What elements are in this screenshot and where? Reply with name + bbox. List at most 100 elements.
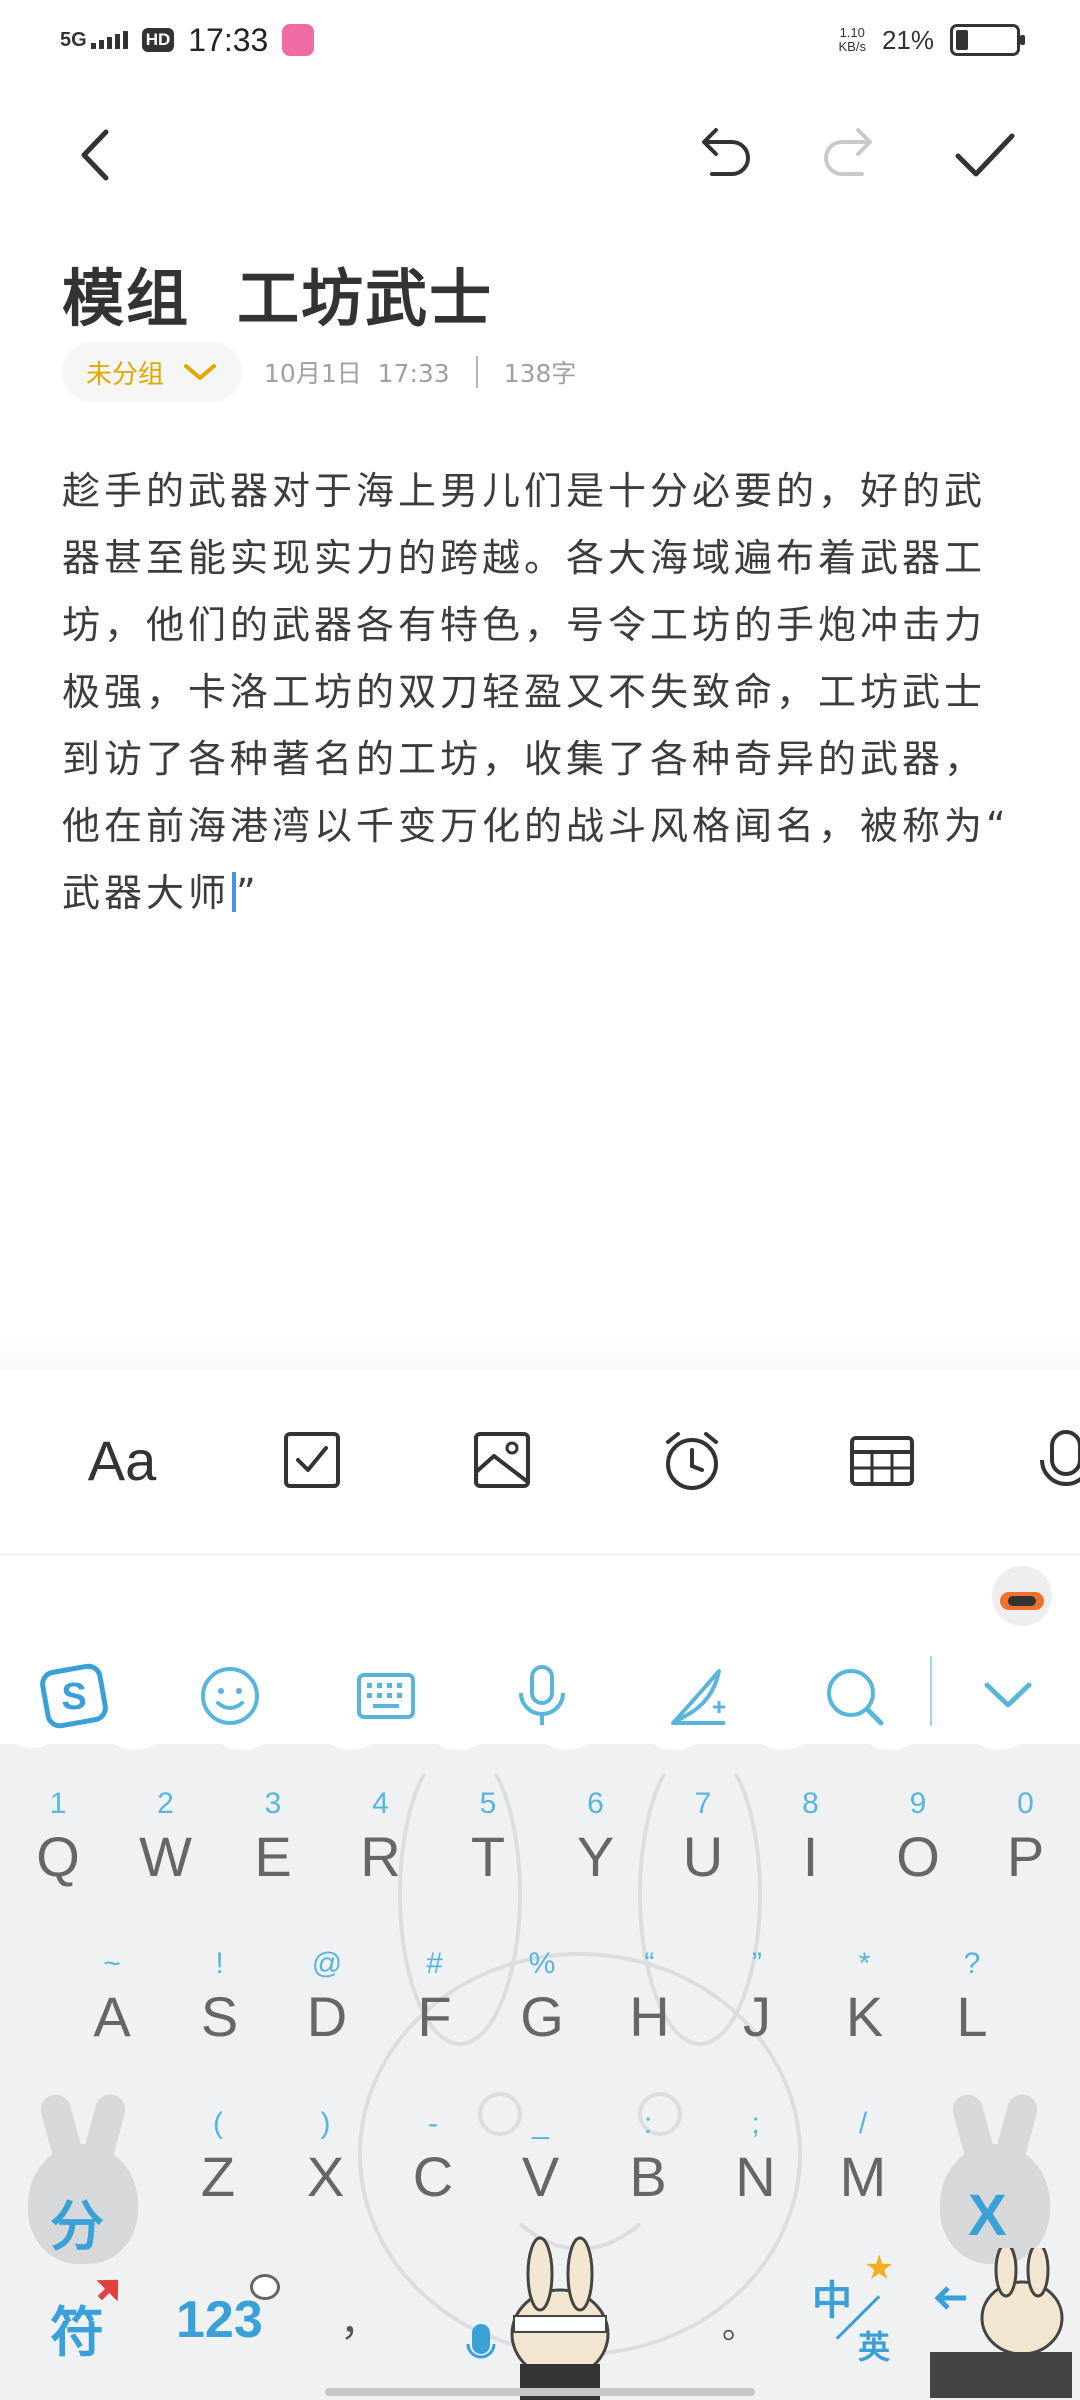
key-label: M (839, 2145, 887, 2208)
enter-key[interactable] (926, 2242, 1076, 2398)
checklist-button[interactable] (272, 1420, 352, 1500)
delete-key[interactable]: X (968, 2182, 1007, 2249)
table-icon (850, 1436, 914, 1486)
back-button[interactable] (62, 120, 132, 190)
key-label: I (802, 1825, 819, 1888)
keyboard: S 1Q2W3E4R5T6Y7U8I9O0P ~ A ! S @ D # F %… (0, 1634, 1080, 2400)
key-b[interactable]: :B (598, 2104, 698, 2224)
space-mic-mascot-icon (466, 2236, 610, 2400)
period-key[interactable]: 。 (722, 2299, 756, 2348)
done-button[interactable] (950, 120, 1020, 190)
key-h[interactable]: “H (600, 1944, 700, 2064)
keyboard-switch-button[interactable] (346, 1656, 426, 1736)
home-indicator[interactable] (325, 2388, 755, 2396)
meta-divider (475, 356, 478, 388)
svg-text:S: S (61, 1676, 86, 1718)
battery-fill (956, 30, 968, 50)
key-z[interactable]: (Z (168, 2104, 268, 2224)
hd-badge: HD (141, 28, 175, 52)
key-j[interactable]: ” J (707, 1944, 807, 2064)
key-w[interactable]: 2W (116, 1784, 216, 1904)
key-o[interactable]: 9O (868, 1784, 968, 1904)
search-icon (827, 1669, 884, 1726)
note-title[interactable]: 模组 工坊武士 (62, 248, 493, 338)
key-label: U (682, 1825, 724, 1888)
key-n[interactable]: ; N (706, 2104, 806, 2224)
key-label: Y (576, 1825, 615, 1888)
note-date: 10月1日 17:33 (264, 359, 450, 388)
group-selector[interactable]: 未分组 (62, 342, 243, 402)
key-t[interactable]: 5T (438, 1784, 538, 1904)
image-button[interactable] (462, 1420, 542, 1500)
key-label: N (735, 2145, 776, 2208)
hide-keyboard-button[interactable] (968, 1656, 1048, 1736)
key-a[interactable]: ~ A (62, 1944, 162, 2064)
key-m[interactable]: / M (813, 2104, 913, 2224)
net-speed-value: 1.10 (839, 25, 865, 40)
note-body[interactable]: 趁手的武器对于海上男儿们是十分必要的，好的武器甚至能实现实力的跨越。各大海域遍布… (62, 458, 1022, 927)
lang-en-label: 英 (858, 2329, 891, 2365)
key-label: L (956, 1985, 988, 2048)
reminder-button[interactable] (652, 1420, 732, 1500)
chevron-down-icon (184, 364, 217, 380)
comma-key[interactable]: ， (340, 2289, 380, 2347)
table-button[interactable] (842, 1420, 922, 1500)
redo-button[interactable] (818, 120, 888, 190)
handwriting-button[interactable] (658, 1656, 738, 1736)
search-button[interactable] (814, 1656, 894, 1736)
key-e[interactable]: 3E (223, 1784, 323, 1904)
toolbar-wave-edge (0, 1730, 1080, 1750)
key-x[interactable]: ) X (276, 2104, 376, 2224)
key-alt-label: ~ (103, 1947, 121, 1980)
key-alt-label: ! (215, 1947, 224, 1980)
undo-icon (702, 128, 750, 176)
key-d[interactable]: @ D (277, 1944, 377, 2064)
star-icon: ★ (864, 2248, 895, 2288)
key-label: J (743, 1985, 771, 2048)
clock: 17:33 (188, 21, 269, 58)
sogou-menu-button[interactable]: S (34, 1656, 114, 1736)
key-alt-label: # (426, 1947, 443, 1980)
enter-mascot-icon (930, 2242, 1072, 2398)
symbol-key[interactable]: 符 (50, 2288, 104, 2367)
key-label: W (139, 1825, 192, 1888)
group-label: 未分组 (86, 359, 165, 390)
ime-assistant-strip (0, 1556, 1080, 1634)
key-p[interactable]: 0P (976, 1784, 1076, 1904)
key-c[interactable]: -C (383, 2104, 483, 2224)
key-r[interactable]: 4R (331, 1784, 431, 1904)
key-label: X (306, 2145, 345, 2208)
key-alt-label: 6 (587, 1787, 604, 1820)
number-key[interactable]: 123 (176, 2290, 263, 2350)
key-label: O (896, 1825, 940, 1888)
voice-note-button[interactable] (1030, 1420, 1080, 1500)
text-style-button[interactable]: Aa (82, 1420, 162, 1500)
voice-input-button[interactable] (502, 1656, 582, 1736)
keyboard-icon (357, 1673, 415, 1719)
emoji-icon (201, 1667, 259, 1725)
status-bar: 5G HD 17:33 1.10 KB/s 21% (0, 0, 1080, 80)
key-s[interactable]: ! S (170, 1944, 270, 2064)
key-alt-label: * (858, 1947, 871, 1980)
undo-button[interactable] (686, 120, 756, 190)
key-q[interactable]: 1Q (8, 1784, 108, 1904)
key-i[interactable]: 8I (761, 1784, 861, 1904)
key-label: R (360, 1825, 401, 1888)
key-v[interactable]: _ V (491, 2104, 591, 2224)
space-key[interactable] (440, 2234, 640, 2400)
split-key[interactable]: 分 (50, 2182, 104, 2261)
key-alt-label: ” (752, 1947, 762, 1980)
key-u[interactable]: 7U (653, 1784, 753, 1904)
key-k[interactable]: * K (815, 1944, 915, 2064)
key-y[interactable]: 6Y (546, 1784, 646, 1904)
assistant-bot-icon[interactable] (992, 1566, 1052, 1626)
key-l[interactable]: ? L (922, 1944, 1022, 2064)
key-label: S (200, 1985, 239, 2048)
keyboard-toolbar: S (0, 1634, 1080, 1750)
key-label: D (306, 1985, 348, 2048)
language-toggle-key[interactable]: 中 英 ★ (808, 2248, 898, 2365)
emoji-button[interactable] (190, 1656, 270, 1736)
key-g[interactable]: % G (492, 1944, 592, 2064)
key-f[interactable]: # F (385, 1944, 485, 2064)
key-alt-label: / (858, 2107, 868, 2140)
